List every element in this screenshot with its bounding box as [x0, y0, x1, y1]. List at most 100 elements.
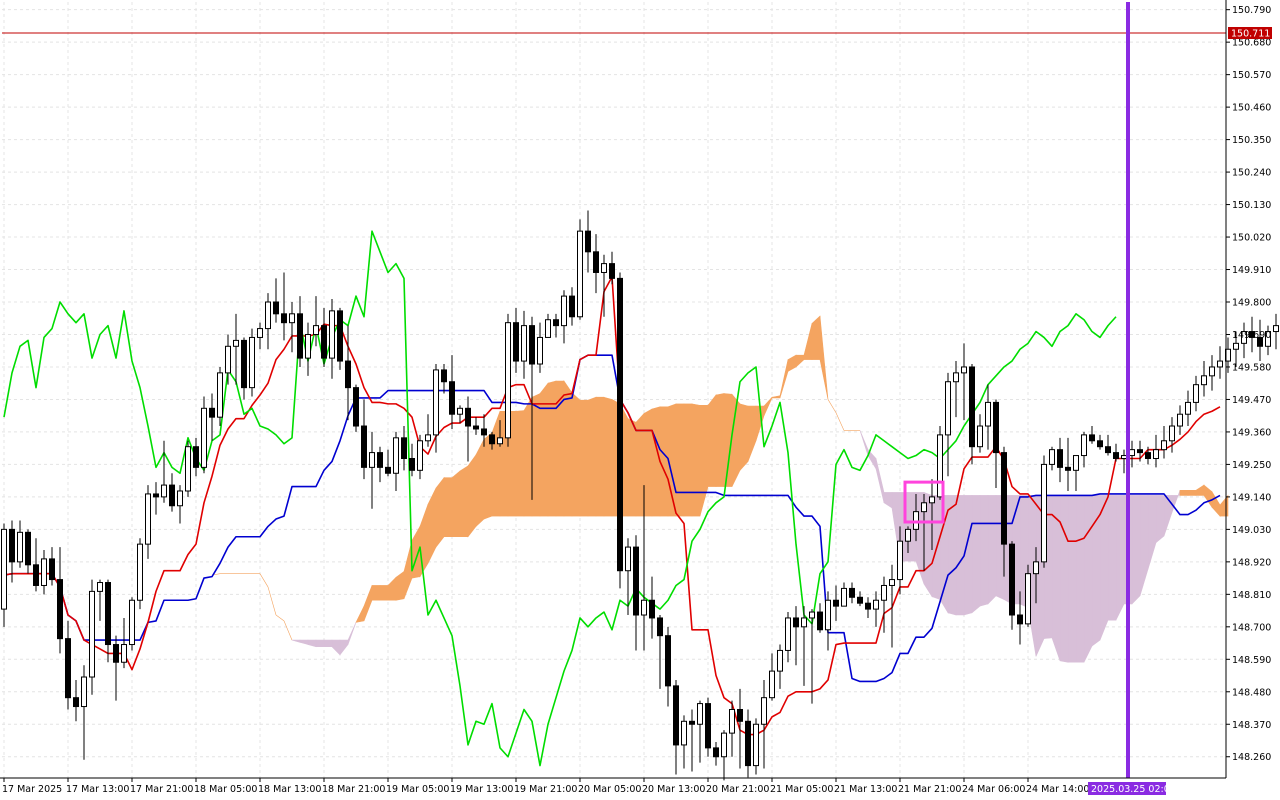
candle-body — [281, 313, 287, 324]
candle-body — [457, 407, 463, 415]
candle-body — [969, 366, 975, 448]
candle-body — [841, 587, 847, 607]
candle-body — [601, 263, 607, 273]
candle-body — [177, 490, 183, 507]
y-tick-label: 149.800 — [1232, 298, 1271, 309]
candle-body — [649, 599, 655, 619]
candle-body — [1033, 561, 1039, 575]
kumo-segment — [459, 465, 469, 538]
candle-body — [641, 599, 647, 616]
candle-body — [9, 528, 15, 563]
candle-body — [361, 425, 367, 468]
candle-body — [17, 531, 23, 563]
kumo-segment — [443, 477, 453, 538]
candle-body — [665, 635, 671, 687]
candle-body — [1233, 342, 1239, 350]
kumo-segment — [475, 439, 485, 528]
candle-body — [57, 579, 63, 640]
candle-body — [441, 369, 447, 383]
kumo-segment — [987, 495, 997, 605]
candle-body — [705, 703, 711, 749]
x-tick-label: 19 Mar 05:00 — [386, 784, 449, 795]
kumo-segment — [1075, 495, 1085, 663]
kumo-segment — [971, 495, 981, 614]
candle-body — [865, 602, 871, 610]
candle-body — [273, 301, 279, 315]
kumo-segment — [467, 453, 477, 538]
candle-body — [537, 336, 543, 365]
candle-body — [1025, 573, 1031, 625]
candle-body — [201, 407, 207, 468]
kumo-segment — [1067, 495, 1077, 663]
y-tick-label: 150.570 — [1232, 70, 1271, 81]
candle-body — [985, 401, 991, 427]
candle-body — [737, 708, 743, 722]
candle-body — [953, 372, 959, 383]
x-tick-label: 21 Mar 13:00 — [834, 784, 897, 795]
x-tick-label: 17 Mar 2025 — [2, 784, 62, 795]
y-tick-label: 148.590 — [1232, 655, 1271, 666]
x-tick-label: 20 Mar 05:00 — [578, 784, 641, 795]
candle-body — [833, 599, 839, 607]
kumo-segment — [659, 406, 669, 517]
candle-body — [1089, 434, 1095, 442]
candle-body — [577, 230, 583, 318]
y-tick-label: 149.580 — [1232, 362, 1271, 373]
candle-body — [873, 599, 879, 610]
x-tick-label: 20 Mar 21:00 — [706, 784, 769, 795]
candle-body — [297, 313, 303, 359]
x-tick-label: 20 Mar 13:00 — [642, 784, 705, 795]
candle-body — [713, 747, 719, 758]
x-tick-label: 21 Mar 05:00 — [770, 784, 833, 795]
y-tick-label: 148.370 — [1232, 720, 1271, 731]
candle-body — [633, 546, 639, 616]
candle-body — [905, 528, 911, 542]
candle-body — [785, 617, 791, 651]
candle-body — [889, 579, 895, 586]
candle-body — [105, 582, 111, 646]
y-tick-label: 150.240 — [1232, 168, 1271, 179]
candle-body — [929, 496, 935, 504]
kumo-segment — [595, 396, 605, 517]
kumo-segment — [955, 495, 965, 616]
candle-body — [249, 336, 255, 389]
kumo-segment — [707, 394, 717, 487]
y-tick-label: 148.260 — [1232, 752, 1271, 763]
time-marker-label: 2025.03.25 02:00 — [1091, 784, 1176, 795]
kumo-segment — [651, 406, 661, 517]
kumo-segment — [603, 396, 613, 517]
y-tick-label: 148.700 — [1232, 622, 1271, 633]
candle-body — [1177, 413, 1183, 427]
candle-body — [425, 434, 431, 442]
candle-body — [857, 596, 863, 604]
kumo-segment — [683, 403, 693, 517]
candle-body — [369, 452, 375, 468]
candle-body — [977, 425, 983, 448]
candle-body — [41, 558, 47, 586]
candle-body — [745, 720, 751, 767]
candle-body — [433, 369, 439, 436]
candle-body — [993, 401, 999, 454]
candle-body — [409, 458, 415, 471]
candle-body — [393, 437, 399, 474]
x-tick-label: 24 Mar 06:00 — [962, 784, 1025, 795]
kumo-segment — [1083, 495, 1093, 663]
candle-body — [1209, 366, 1215, 377]
y-tick-label: 149.030 — [1232, 525, 1271, 536]
x-tick-label: 21 Mar 21:00 — [898, 784, 961, 795]
candle-body — [129, 599, 135, 646]
candle-body — [553, 319, 559, 327]
candle-body — [385, 466, 391, 474]
candle-body — [1, 528, 7, 610]
candle-body — [49, 558, 55, 581]
candle-body — [753, 723, 759, 767]
kumo-segment — [323, 639, 333, 648]
kumo-segment — [1107, 495, 1117, 621]
x-tick-label: 18 Mar 21:00 — [322, 784, 385, 795]
candle-body — [329, 310, 335, 359]
candle-body — [81, 676, 87, 708]
ichimoku-chart[interactable]: 150.790150.680150.570150.460150.350150.2… — [0, 0, 1280, 800]
candle-body — [529, 325, 535, 365]
y-tick-label: 149.690 — [1232, 330, 1271, 341]
kumo-segment — [1099, 495, 1109, 641]
